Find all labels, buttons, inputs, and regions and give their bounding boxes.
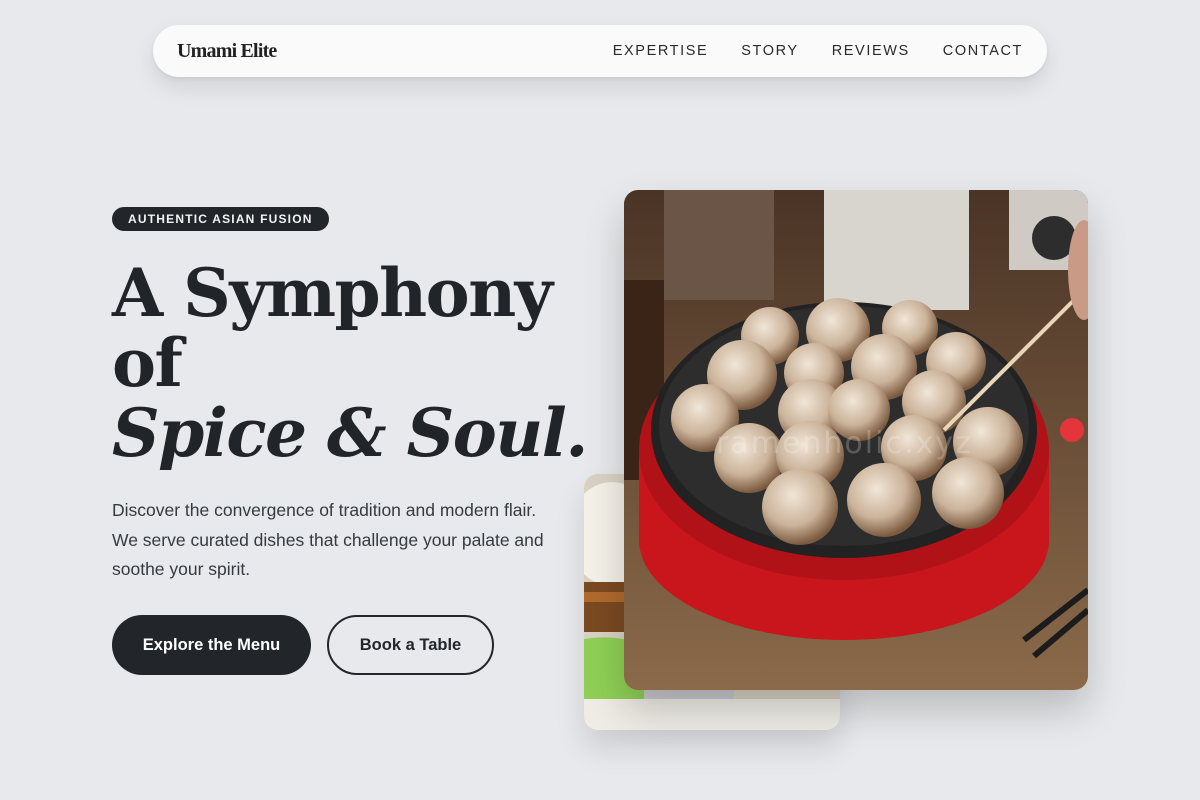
nav-link-expertise[interactable]: EXPERTISE <box>613 43 709 59</box>
headline-italic: Spice & Soul. <box>112 394 588 472</box>
landing-page: Umami Elite EXPERTISE STORY REVIEWS CONT… <box>0 0 1200 800</box>
nav-link-contact[interactable]: CONTACT <box>943 43 1023 59</box>
nav-link-reviews[interactable]: REVIEWS <box>832 43 910 59</box>
nav-link-story[interactable]: STORY <box>741 43 798 59</box>
headline-line-1: A Symphony <box>112 254 553 332</box>
explore-menu-button[interactable]: Explore the Menu <box>112 615 311 675</box>
image-watermark: ramenholic.xyz <box>716 426 973 461</box>
top-navigation: Umami Elite EXPERTISE STORY REVIEWS CONT… <box>153 25 1047 77</box>
book-table-button[interactable]: Book a Table <box>327 615 494 675</box>
hero-headline: A Symphony of Spice & Soul. <box>112 258 592 468</box>
main-food-image: ramenholic.xyz <box>624 190 1088 690</box>
site-logo[interactable]: Umami Elite <box>177 40 277 63</box>
hero-badge: AUTHENTIC ASIAN FUSION <box>112 207 329 231</box>
nav-links: EXPERTISE STORY REVIEWS CONTACT <box>613 43 1023 59</box>
hero-description: Discover the convergence of tradition an… <box>112 500 544 579</box>
headline-line-2: of <box>112 324 183 402</box>
